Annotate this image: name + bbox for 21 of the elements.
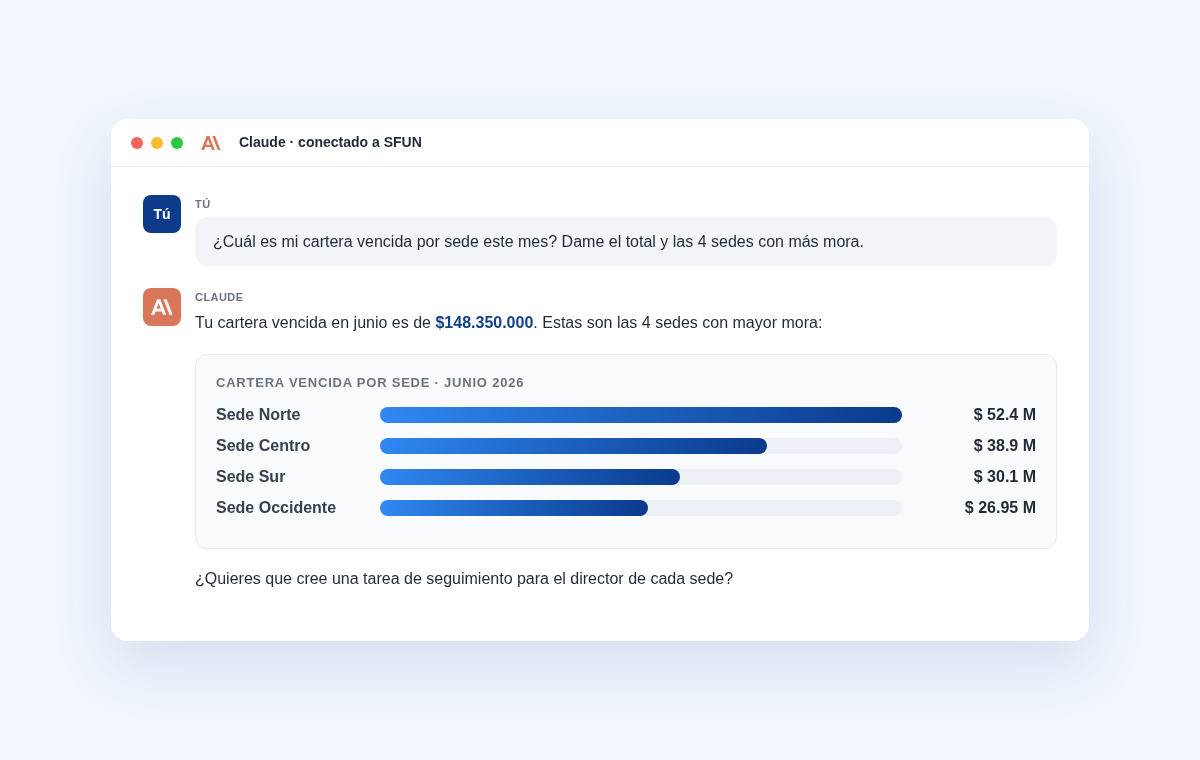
author-label: TÚ <box>195 197 212 211</box>
logo-icon <box>201 135 221 150</box>
user-message-bubble: ¿Cuál es mi cartera vencida por sede este mes? Dame el total y las 4 sedes con más mora. <box>195 217 1057 266</box>
bar-value: $ 38.9 M <box>972 436 1036 456</box>
close-icon[interactable] <box>131 136 143 149</box>
bar-label: Sede Centro <box>216 436 312 456</box>
logo-icon <box>151 299 173 315</box>
chart-title: CARTERA VENCIDA POR SEDE · JUNIO 2026 <box>216 375 526 391</box>
bar-label: Sede Occidente <box>216 498 338 518</box>
bar-value: $ 30.1 M <box>972 467 1036 487</box>
message-text: ¿Quieres que cree una tarea de seguimiento para el director de cada sede? <box>195 569 735 589</box>
minimize-icon[interactable] <box>151 136 163 149</box>
maximize-icon[interactable] <box>171 136 183 149</box>
user-avatar: Tú <box>143 195 181 233</box>
bar-value: $ 26.95 M <box>963 498 1036 518</box>
author-label: CLAUDE <box>195 290 245 304</box>
bar-value: $ 52.4 M <box>972 405 1036 425</box>
bar-label: Sede Sur <box>216 467 287 487</box>
message-text: Tu cartera vencida en junio es de $148.350.000. Estas son las 4 sedes con mayor mora: <box>195 313 824 333</box>
bar-label: Sede Norte <box>216 405 302 425</box>
window-title: Claude · conectado a SFUN <box>239 133 422 152</box>
